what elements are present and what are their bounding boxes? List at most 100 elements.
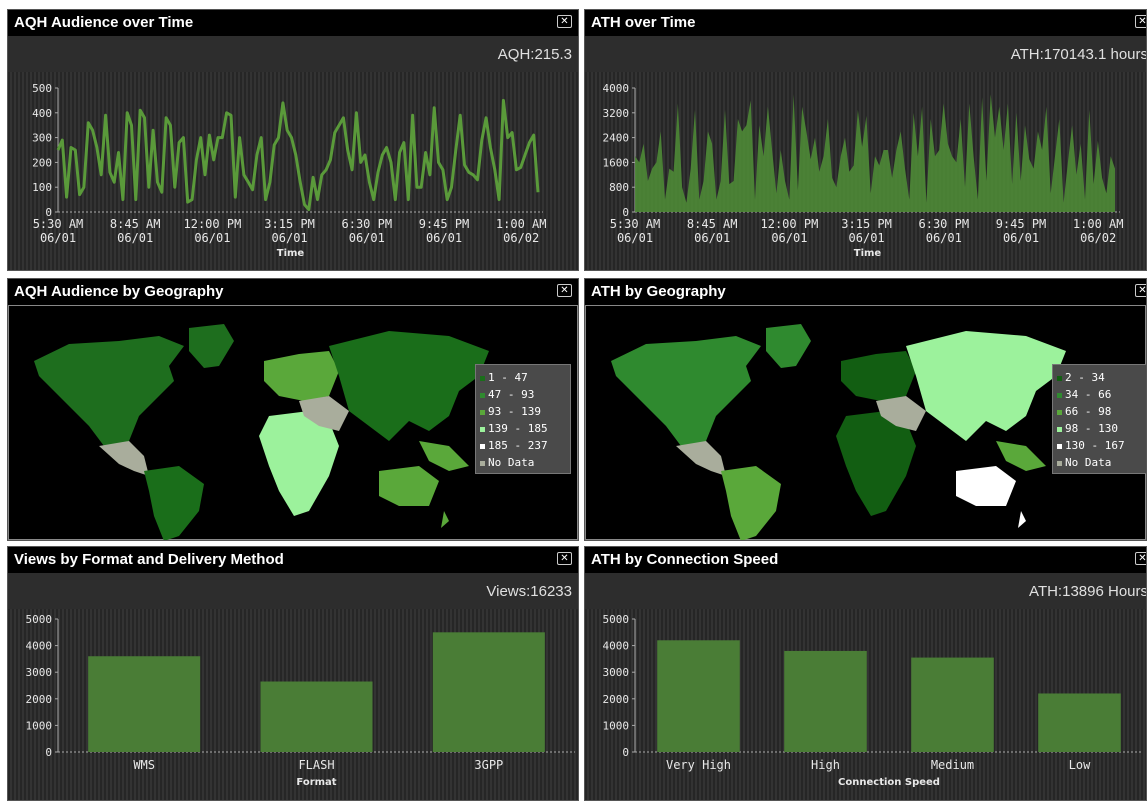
y-tick-label: 1000 <box>26 719 53 732</box>
legend-item: 93 - 139 <box>480 403 570 420</box>
x-tick-time: 3:15 PM <box>264 217 315 231</box>
x-tick-time: 1:00 AM <box>496 217 547 231</box>
legend-swatch <box>480 392 485 398</box>
x-tick-date: 06/01 <box>694 231 730 245</box>
ath-speed-header: ATH by Connection Speed ✕ <box>585 547 1146 573</box>
y-tick-label: 4000 <box>603 640 630 653</box>
views-format-chart: 0 1000 2000 3000 4000 5000 WMS FLASH 3GPP Format <box>26 613 575 788</box>
aqh-summary: AQH:215.3 <box>497 46 572 63</box>
close-icon[interactable]: ✕ <box>557 552 572 565</box>
y-tick-label: 3200 <box>603 107 630 120</box>
map-australia <box>956 466 1016 506</box>
ath-speed-chart-area: 0 1000 2000 3000 4000 5000 Very High High Medium… <box>585 609 1146 800</box>
map-asia <box>329 331 489 441</box>
y-tick-label: 3000 <box>26 666 53 679</box>
y-tick-label: 2400 <box>603 132 630 145</box>
views-summary: Views:16233 <box>486 583 572 600</box>
x-tick-time: 12:00 PM <box>761 217 819 231</box>
legend-swatch <box>1057 409 1062 415</box>
legend-item: No Data <box>480 454 570 471</box>
map-new-zealand <box>1018 511 1026 528</box>
legend-swatch <box>480 426 485 432</box>
map-europe <box>841 351 916 401</box>
ath-speed-panel: ATH by Connection Speed ✕ ATH:13896 Hour… <box>584 546 1147 801</box>
views-format-chart-area: 0 1000 2000 3000 4000 5000 WMS FLASH 3GPP Format <box>8 609 578 800</box>
y-tick-label: 1000 <box>603 719 630 732</box>
legend-label: 93 - 139 <box>488 405 541 418</box>
aqh-geo-header: AQH Audience by Geography ✕ <box>8 279 578 305</box>
x-tick-date: 06/01 <box>1003 231 1039 245</box>
legend-swatch <box>1057 392 1062 398</box>
x-tick-date: 06/01 <box>771 231 807 245</box>
legend-label: 1 - 47 <box>488 371 528 384</box>
legend-label: 185 - 237 <box>488 439 548 452</box>
bar-low <box>1038 693 1121 752</box>
x-tick-time: 1:00 AM <box>1073 217 1124 231</box>
aqh-time-panel: AQH Audience over Time ✕ AQH:215.3 0 100 2… <box>7 9 579 271</box>
map-mexico <box>676 441 726 476</box>
y-tick-label: 200 <box>32 156 52 169</box>
ath-time-chart-area: 0 800 1600 2400 3200 4000 5:30 AM 06/01 8:45 AM 0… <box>585 72 1146 270</box>
y-tick-label: 400 <box>32 107 52 120</box>
x-tick-date: 06/01 <box>117 231 153 245</box>
map-asia <box>906 331 1066 441</box>
y-tick-label: 3000 <box>603 666 630 679</box>
legend-item: 47 - 93 <box>480 386 570 403</box>
x-tick-date: 06/01 <box>272 231 308 245</box>
close-icon[interactable]: ✕ <box>1135 284 1146 297</box>
legend-item: 130 - 167 <box>1057 437 1146 454</box>
legend-item: No Data <box>1057 454 1146 471</box>
aqh-time-title: AQH Audience over Time <box>14 14 194 31</box>
x-tick-date: 06/01 <box>349 231 385 245</box>
x-tick-date: 06/01 <box>40 231 76 245</box>
map-mexico <box>99 441 149 476</box>
aqh-geo-title: AQH Audience by Geography <box>14 283 224 300</box>
y-tick-label: 800 <box>609 181 629 194</box>
x-tick-time: 9:45 PM <box>996 217 1047 231</box>
ath-time-header: ATH over Time ✕ <box>585 10 1146 36</box>
bar-very-high <box>657 640 740 752</box>
legend-item: 185 - 237 <box>480 437 570 454</box>
ath-area-series <box>635 94 1115 212</box>
ath-time-chart: 080016002400320040005:30 AM06/018:45 AM0… <box>603 82 1124 259</box>
close-icon[interactable]: ✕ <box>1135 552 1146 565</box>
map-greenland <box>189 324 234 368</box>
ath-geo-legend: 2 - 34 34 - 66 66 - 98 98 - 130 130 - 16… <box>1052 364 1146 474</box>
x-axis-title: Time <box>854 248 882 259</box>
legend-item: 98 - 130 <box>1057 420 1146 437</box>
legend-item: 139 - 185 <box>480 420 570 437</box>
map-se-asia <box>996 441 1046 471</box>
legend-swatch <box>1057 375 1062 381</box>
legend-swatch <box>480 443 485 449</box>
x-tick-time: 6:30 PM <box>342 217 393 231</box>
close-icon[interactable]: ✕ <box>557 15 572 28</box>
map-south-america <box>721 466 781 540</box>
map-australia <box>379 466 439 506</box>
ath-time-title: ATH over Time <box>591 14 696 31</box>
close-icon[interactable]: ✕ <box>1135 15 1146 28</box>
legend-swatch <box>480 460 485 466</box>
legend-swatch <box>1057 426 1062 432</box>
map-se-asia <box>419 441 469 471</box>
x-tick-label: WMS <box>133 758 155 772</box>
legend-item: 1 - 47 <box>480 369 570 386</box>
close-icon[interactable]: ✕ <box>557 284 572 297</box>
bar-high <box>784 650 867 752</box>
ath-speed-title: ATH by Connection Speed <box>591 551 779 568</box>
legend-swatch <box>1057 460 1062 466</box>
map-greenland <box>766 324 811 368</box>
ath-geo-panel: ATH by Geography ✕ 2 - 34 34 - 66 66 - 9… <box>584 278 1147 541</box>
x-tick-date: 06/01 <box>926 231 962 245</box>
legend-item: 66 - 98 <box>1057 403 1146 420</box>
ath-geo-title: ATH by Geography <box>591 283 726 300</box>
map-new-zealand <box>441 511 449 528</box>
y-tick-label: 4000 <box>26 640 53 653</box>
legend-swatch <box>480 409 485 415</box>
y-tick-label: 300 <box>32 132 52 145</box>
aqh-geo-panel: AQH Audience by Geography ✕ 1 - 47 47 - … <box>7 278 579 541</box>
legend-label: 98 - 130 <box>1065 422 1118 435</box>
ath-speed-chart: 0 1000 2000 3000 4000 5000 Very High High Medium… <box>603 613 1143 788</box>
map-north-america <box>611 336 761 456</box>
views-format-title: Views by Format and Delivery Method <box>14 551 284 568</box>
y-tick-label: 4000 <box>603 82 630 95</box>
